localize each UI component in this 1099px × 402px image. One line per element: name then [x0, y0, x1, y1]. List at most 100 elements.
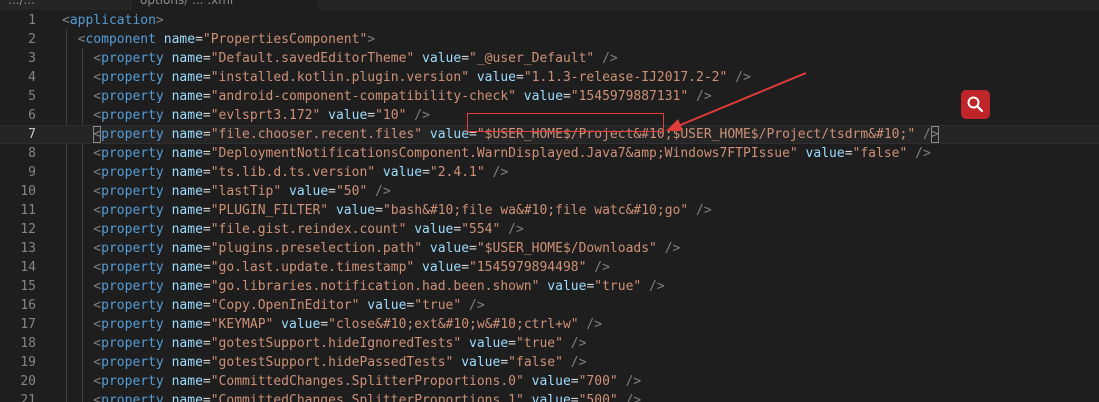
tab-previous-file[interactable]: .../...: [0, 0, 126, 10]
code-text: <property name="KEYMAP" value="close&#10…: [62, 315, 602, 334]
code-editor[interactable]: 1 <application> 2 <component name="Propert…: [0, 10, 1099, 402]
code-line[interactable]: 7 <property name="file.chooser.recent.fi…: [0, 125, 1099, 144]
code-line[interactable]: 4 <property name="installed.kotlin.plugi…: [0, 68, 1099, 87]
code-token: value: [328, 203, 376, 218]
code-token: />: [688, 89, 712, 104]
code-token: />: [461, 298, 485, 313]
code-token: property: [101, 165, 164, 180]
code-token: />: [562, 336, 587, 351]
code-text: <property name="gotestSupport.hideIgnore…: [62, 334, 586, 353]
code-token: "file.chooser.recent.files": [210, 127, 423, 142]
code-line[interactable]: 20 <property name="CommittedChanges.Spli…: [0, 372, 1099, 391]
code-token: />: [617, 393, 642, 402]
code-token: property: [101, 51, 164, 66]
search-button[interactable]: [961, 90, 990, 119]
code-token: <: [62, 51, 102, 66]
code-token: =: [469, 127, 477, 142]
code-token: "true": [515, 336, 563, 351]
code-line[interactable]: 11 <property name="PLUGIN_FILTER" value=…: [0, 201, 1099, 220]
code-text: <property name="DeploymentNotificationsC…: [62, 144, 931, 163]
code-line[interactable]: 6 <property name="evlsprt3.172" value="1…: [0, 106, 1099, 125]
code-token: "10": [375, 108, 407, 123]
tab-active-file[interactable]: options/ ... .xml: [132, 0, 318, 10]
line-number: 20: [20, 374, 36, 389]
code-token: />: [907, 146, 931, 161]
code-token: "1.1.3-release-IJ2017.2-2": [523, 70, 728, 85]
code-token: name: [163, 203, 203, 218]
code-token: "Default.savedEditorTheme": [210, 51, 415, 66]
code-token: property: [101, 222, 164, 237]
code-token: />: [688, 203, 712, 218]
code-token: name: [163, 146, 203, 161]
code-line[interactable]: 16 <property name="Copy.OpenInEditor" va…: [0, 296, 1099, 315]
code-text: <property name="Default.savedEditorTheme…: [62, 49, 617, 68]
code-token: name: [163, 393, 203, 402]
code-text: <property name="Copy.OpenInEditor" value…: [62, 296, 485, 315]
code-token: =: [202, 336, 211, 351]
code-text: <property name="gotestSupport.hidePassed…: [62, 353, 586, 372]
code-line[interactable]: 17 <property name="KEYMAP" value="close&…: [0, 315, 1099, 334]
code-line[interactable]: 10 <property name="lastTip" value="50" /…: [0, 182, 1099, 201]
line-number: 21: [20, 393, 36, 402]
code-token: <: [62, 393, 102, 402]
code-token: />: [562, 355, 587, 370]
line-number: 6: [28, 108, 36, 123]
code-token: />: [727, 70, 751, 85]
code-line[interactable]: 19 <property name="gotestSupport.hidePas…: [0, 353, 1099, 372]
code-text: <property name="evlsprt3.172" value="10"…: [62, 106, 430, 125]
code-line[interactable]: 18 <property name="gotestSupport.hideIgn…: [0, 334, 1099, 353]
code-token: >: [367, 32, 376, 47]
code-token: property: [101, 298, 164, 313]
matching-bracket: <: [93, 126, 102, 143]
code-line[interactable]: 14 <property name="go.last.update.timest…: [0, 258, 1099, 277]
code-token: "true": [594, 279, 642, 294]
code-line[interactable]: 2 <component name="PropertiesComponent">: [0, 30, 1099, 49]
code-token: <: [62, 317, 102, 332]
code-token: "true": [414, 298, 462, 313]
code-token: >: [155, 13, 164, 28]
code-token: name: [163, 298, 203, 313]
code-token: =: [202, 279, 211, 294]
code-token: <: [62, 298, 102, 313]
code-token: =: [469, 241, 477, 256]
code-token: value: [320, 108, 368, 123]
code-token: />: [586, 260, 610, 275]
code-text: <property name="PLUGIN_FILTER" value="ba…: [62, 201, 712, 220]
code-token: "file.gist.reindex.count": [210, 222, 407, 237]
code-token: <: [62, 13, 70, 28]
code-line[interactable]: 13 <property name="plugins.preselection.…: [0, 239, 1099, 258]
code-token: value: [797, 146, 845, 161]
code-token: />: [484, 165, 509, 180]
code-token: =: [202, 146, 211, 161]
code-token: "PLUGIN_FILTER": [210, 203, 329, 218]
code-token: property: [101, 374, 164, 389]
code-token: "plugins.preselection.path": [210, 241, 423, 256]
code-token: <: [62, 279, 102, 294]
code-token: =: [202, 51, 211, 66]
code-token: value: [523, 374, 571, 389]
code-token: <: [62, 70, 102, 85]
code-token: "CommittedChanges.SplitterProportions.0": [210, 374, 524, 389]
code-line[interactable]: 15 <property name="go.libraries.notifica…: [0, 277, 1099, 296]
code-line[interactable]: 9 <property name="ts.lib.d.ts.version" v…: [0, 163, 1099, 182]
code-line[interactable]: 3 <property name="Default.savedEditorThe…: [0, 49, 1099, 68]
code-token: <: [62, 355, 102, 370]
code-line[interactable]: 12 <property name="file.gist.reindex.cou…: [0, 220, 1099, 239]
code-token: name: [163, 241, 203, 256]
code-token: />: [500, 222, 524, 237]
code-token: name: [163, 374, 203, 389]
line-number: 12: [20, 222, 36, 237]
code-token: />: [617, 374, 642, 389]
code-token: <: [62, 184, 102, 199]
code-line[interactable]: 8 <property name="DeploymentNotification…: [0, 144, 1099, 163]
code-token: =: [375, 203, 383, 218]
code-line[interactable]: 5 <property name="android-component-comp…: [0, 87, 1099, 106]
code-line[interactable]: 1 <application>: [0, 11, 1099, 30]
code-token: value: [469, 70, 516, 85]
code-text: <property name="installed.kotlin.plugin.…: [62, 68, 751, 87]
code-token: />: [406, 108, 430, 123]
code-token: property: [101, 317, 164, 332]
code-token: "evlsprt3.172": [210, 108, 321, 123]
code-line[interactable]: 21 <property name="CommittedChanges.Spli…: [0, 391, 1099, 402]
code-token: =: [202, 222, 211, 237]
